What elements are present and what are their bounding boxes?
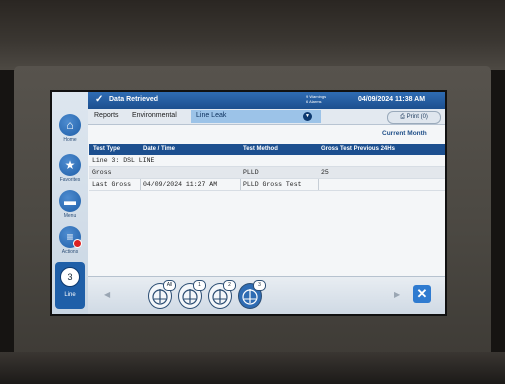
group-label: Line 3: DSL LINE bbox=[92, 157, 155, 164]
tab-line-3[interactable]: 3 bbox=[238, 280, 266, 309]
cell-divider bbox=[240, 179, 241, 190]
nav-home[interactable]: ⌂ Home bbox=[52, 114, 88, 143]
crumb-line-leak[interactable]: Line Leak bbox=[191, 110, 321, 123]
table-row[interactable]: Gross PLLD 25 bbox=[89, 167, 445, 179]
nav-favorites-label: Favorites bbox=[59, 177, 81, 183]
home-icon: ⌂ bbox=[59, 114, 81, 136]
device-frame-bottom bbox=[0, 352, 505, 384]
report-period[interactable]: Current Month bbox=[382, 130, 427, 137]
column-header[interactable]: Gross Test Previous 24Hs bbox=[321, 146, 395, 152]
print-label: Print (0) bbox=[406, 114, 428, 120]
cell-test-method: PLLD bbox=[243, 169, 259, 176]
close-button[interactable]: ✕ bbox=[413, 285, 431, 303]
crumb-line-leak-label: Line Leak bbox=[196, 112, 227, 119]
device-frame-top bbox=[0, 0, 505, 70]
cell-divider bbox=[140, 179, 141, 190]
table-header: Test Type Date / Time Test Method Gross … bbox=[89, 144, 445, 155]
system-datetime: 04/09/2024 11:38 AM bbox=[358, 96, 426, 103]
tab-line-1[interactable]: 1 bbox=[178, 280, 206, 309]
checkmark-icon: ✓ bbox=[95, 94, 104, 105]
menu-icon: ▬ bbox=[59, 190, 81, 212]
nav-menu[interactable]: ▬ Menu bbox=[52, 190, 88, 219]
cell-test-method: PLLD Gross Test bbox=[243, 181, 302, 188]
tab-all-label: All bbox=[163, 280, 176, 291]
scroll-left-icon[interactable]: ◀ bbox=[104, 290, 110, 299]
chevron-down-icon[interactable]: ▼ bbox=[303, 112, 312, 121]
tab-all[interactable]: All bbox=[148, 280, 176, 309]
status-text: Data Retrieved bbox=[109, 96, 159, 103]
scroll-right-icon[interactable]: ▶ bbox=[394, 290, 400, 299]
nav-actions[interactable]: ≡ Actions bbox=[52, 226, 88, 255]
tab-line-1-label: 1 bbox=[193, 280, 206, 291]
cell-test-type: Last Gross bbox=[92, 181, 132, 188]
actions-icon: ≡ bbox=[59, 226, 82, 248]
nav-menu-label: Menu bbox=[63, 213, 77, 219]
alarms-count: 6 Alarms bbox=[306, 99, 322, 104]
cell-test-type: Gross bbox=[92, 169, 112, 176]
cell-date-time: 04/09/2024 11:27 AM bbox=[143, 181, 218, 188]
cell-divider bbox=[318, 179, 319, 190]
column-header[interactable]: Date / Time bbox=[143, 146, 175, 152]
line-tab-bar: ◀ All 1 2 3 ▶ ✕ bbox=[88, 276, 445, 314]
status-bar: ✓ Data Retrieved 9 Warnings 6 Alarms 04/… bbox=[88, 92, 445, 109]
table-group-row[interactable]: Line 3: DSL LINE bbox=[89, 155, 445, 167]
line-number: 3 bbox=[60, 267, 80, 287]
nav-actions-label: Actions bbox=[61, 249, 79, 255]
line-label: Line bbox=[64, 292, 76, 298]
touch-screen: ⌂ Home ★ Favorites ▬ Menu ≡ Actions 3 Li… bbox=[52, 92, 445, 314]
breadcrumb: Reports Environmental Line Leak ▼ ⎙ Prin… bbox=[88, 109, 445, 125]
column-header[interactable]: Test Type bbox=[93, 146, 120, 152]
alert-badge bbox=[73, 239, 82, 248]
tab-line-2[interactable]: 2 bbox=[208, 280, 236, 309]
nav-favorites[interactable]: ★ Favorites bbox=[52, 154, 88, 183]
line-selector-button[interactable]: 3 Line bbox=[55, 262, 85, 309]
cell-gross-test: 25 bbox=[321, 169, 329, 176]
print-button[interactable]: ⎙ Print (0) bbox=[387, 111, 441, 124]
side-nav: ⌂ Home ★ Favorites ▬ Menu ≡ Actions 3 Li… bbox=[52, 92, 88, 314]
tab-line-2-label: 2 bbox=[223, 280, 236, 291]
star-icon: ★ bbox=[59, 154, 81, 176]
tab-line-3-label: 3 bbox=[253, 280, 266, 291]
column-header[interactable]: Test Method bbox=[243, 146, 278, 152]
nav-home-label: Home bbox=[63, 137, 77, 143]
table-row[interactable]: Last Gross 04/09/2024 11:27 AM PLLD Gros… bbox=[89, 179, 445, 191]
crumb-environmental[interactable]: Environmental bbox=[132, 112, 177, 119]
crumb-reports[interactable]: Reports bbox=[94, 112, 119, 119]
alarm-summary[interactable]: 9 Warnings 6 Alarms bbox=[306, 94, 340, 107]
